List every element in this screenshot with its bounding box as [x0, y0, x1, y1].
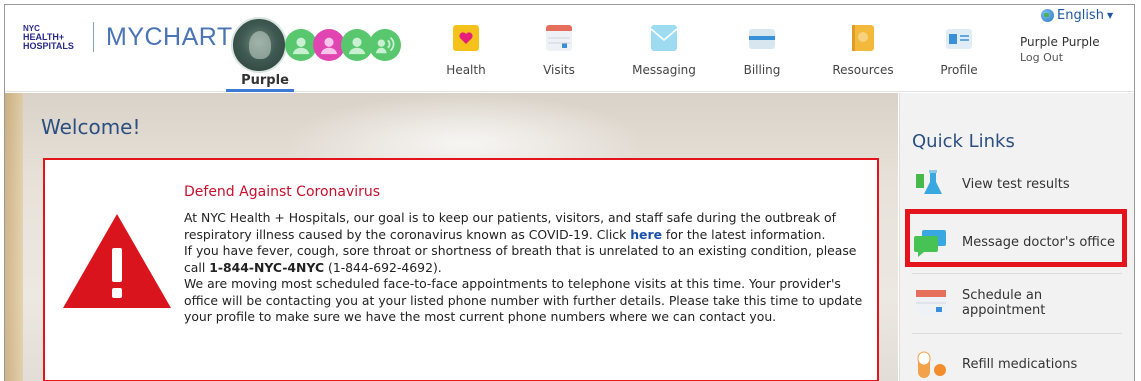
highlight-box	[905, 209, 1127, 267]
alert-paragraph-2: If you have fever, cough, sore throat or…	[184, 243, 864, 276]
nav-billing-label: Billing	[743, 63, 781, 77]
alert-title: Defend Against Coronavirus	[184, 184, 381, 200]
logo-divider	[93, 22, 94, 52]
calendar-icon	[546, 25, 572, 51]
main-content: Welcome! Defend Against Coronavirus At N…	[5, 93, 898, 381]
nav-resources[interactable]: Resources	[818, 25, 908, 77]
welcome-heading: Welcome!	[41, 115, 141, 139]
quick-link-test-results[interactable]: View test results	[912, 159, 1122, 209]
envelope-icon	[650, 25, 678, 51]
divider	[912, 273, 1122, 274]
warning-triangle-icon	[63, 214, 171, 308]
divider	[912, 333, 1122, 334]
nav-visits-label: Visits	[543, 63, 575, 77]
caret-down-icon: ▼	[1106, 11, 1114, 20]
top-header: NYC HEALTH+ HOSPITALS MYCHART Purple Hea…	[5, 5, 1134, 92]
avatar-proxy-more[interactable]	[369, 29, 401, 61]
book-icon	[852, 25, 874, 51]
nav-profile[interactable]: Profile	[914, 25, 1004, 77]
quick-links-sidebar: Quick Links View test results Message do…	[899, 93, 1134, 381]
nav-health-label: Health	[446, 63, 486, 77]
test-tubes-icon	[912, 168, 950, 200]
logo-line-hospitals: HOSPITALS	[23, 40, 74, 51]
nav-visits[interactable]: Visits	[514, 25, 604, 77]
quick-links-title: Quick Links	[912, 131, 1015, 152]
quick-link-label: Schedule an appointment	[962, 288, 1046, 318]
calendar-icon	[912, 287, 950, 319]
quick-link-label: Refill medications	[962, 356, 1078, 372]
mychart-page: NYC HEALTH+ HOSPITALS MYCHART Purple Hea…	[4, 4, 1135, 381]
active-patient-underline	[226, 89, 294, 92]
quick-link-label: View test results	[962, 176, 1070, 192]
alert-paragraph-3: We are moving most scheduled face-to-fac…	[184, 276, 863, 324]
nyc-logo-text: NYC HEALTH+ HOSPITALS	[23, 24, 77, 51]
nyc-health-hospitals-logo[interactable]: NYC HEALTH+ HOSPITALS MYCHART	[23, 17, 233, 57]
person-icon	[292, 37, 310, 55]
pill-icon	[912, 348, 950, 380]
hotline-number: 1-844-NYC-4NYC	[209, 259, 325, 275]
alert-paragraph-1: At NYC Health + Hospitals, our goal is t…	[184, 210, 864, 243]
person-icon	[320, 37, 338, 55]
avatar-purple[interactable]	[231, 17, 287, 73]
nav-messaging-label: Messaging	[632, 63, 696, 77]
language-label: English	[1057, 8, 1104, 23]
mychart-logo-text: MYCHART	[106, 22, 233, 51]
active-patient-name[interactable]: Purple	[232, 73, 298, 88]
nav-health[interactable]: Health	[421, 25, 511, 77]
quick-link-refill-medications[interactable]: Refill medications	[912, 339, 1122, 381]
id-card-icon	[946, 29, 972, 49]
wifi-person-icon	[375, 36, 395, 54]
nav-messaging[interactable]: Messaging	[619, 25, 709, 77]
nav-resources-label: Resources	[832, 63, 894, 77]
globe-icon	[1041, 9, 1054, 22]
language-selector[interactable]: English ▼	[1041, 8, 1113, 23]
alert-body: At NYC Health + Hospitals, our goal is t…	[184, 210, 864, 326]
quick-link-schedule-appointment[interactable]: Schedule an appointment	[912, 278, 1122, 328]
nav-billing[interactable]: Billing	[717, 25, 807, 77]
alert-p1-end: for the latest information.	[661, 226, 826, 242]
nav-profile-label: Profile	[940, 63, 978, 77]
alert-p2-end: (1-844-692-4692).	[324, 259, 442, 275]
logout-link[interactable]: Log Out	[1020, 51, 1063, 64]
heart-folder-icon	[453, 25, 479, 51]
covid-info-link[interactable]: here	[630, 227, 662, 242]
user-name: Purple Purple	[1020, 35, 1100, 49]
credit-card-icon	[749, 29, 775, 49]
person-icon	[348, 37, 366, 55]
coronavirus-alert: Defend Against Coronavirus At NYC Health…	[43, 158, 879, 381]
